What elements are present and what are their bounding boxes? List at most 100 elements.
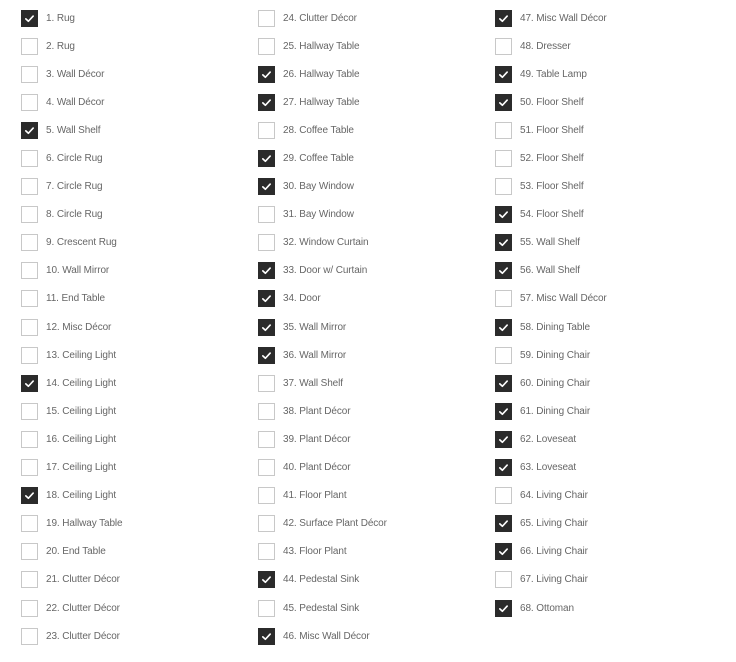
checklist-item[interactable]: 52. Floor Shelf xyxy=(495,144,607,172)
checklist-item[interactable]: 44. Pedestal Sink xyxy=(258,566,387,594)
checklist-item[interactable]: 9. Crescent Rug xyxy=(21,229,123,257)
checklist-item[interactable]: 45. Pedestal Sink xyxy=(258,594,387,622)
checklist-item[interactable]: 61. Dining Chair xyxy=(495,397,607,425)
checkbox-unchecked[interactable] xyxy=(258,9,275,27)
checkbox-unchecked[interactable] xyxy=(495,487,512,505)
checklist-item[interactable]: 68. Ottoman xyxy=(495,594,607,622)
checklist-item[interactable]: 66. Living Chair xyxy=(495,538,607,566)
checkbox-unchecked[interactable] xyxy=(21,206,38,224)
checklist-item[interactable]: 51. Floor Shelf xyxy=(495,116,607,144)
checkbox-checked[interactable] xyxy=(21,121,38,139)
checkbox-checked[interactable] xyxy=(258,93,275,111)
checklist-item[interactable]: 46. Misc Wall Décor xyxy=(258,622,387,650)
checkbox-unchecked[interactable] xyxy=(495,121,512,139)
checkbox-checked[interactable] xyxy=(258,290,275,308)
checkbox-checked[interactable] xyxy=(258,178,275,196)
checkbox-unchecked[interactable] xyxy=(21,37,38,55)
checkbox-unchecked[interactable] xyxy=(258,234,275,252)
checkbox-unchecked[interactable] xyxy=(21,627,38,645)
checkbox-unchecked[interactable] xyxy=(21,402,38,420)
checklist-item[interactable]: 65. Living Chair xyxy=(495,510,607,538)
checkbox-unchecked[interactable] xyxy=(495,346,512,364)
checkbox-checked[interactable] xyxy=(495,374,512,392)
checkbox-unchecked[interactable] xyxy=(258,206,275,224)
checklist-item[interactable]: 54. Floor Shelf xyxy=(495,201,607,229)
checkbox-checked[interactable] xyxy=(495,599,512,617)
checkbox-unchecked[interactable] xyxy=(258,121,275,139)
checklist-item[interactable]: 58. Dining Table xyxy=(495,313,607,341)
checkbox-checked[interactable] xyxy=(258,65,275,83)
checklist-item[interactable]: 20. End Table xyxy=(21,538,123,566)
checkbox-unchecked[interactable] xyxy=(258,459,275,477)
checklist-item[interactable]: 63. Loveseat xyxy=(495,454,607,482)
checklist-item[interactable]: 31. Bay Window xyxy=(258,201,387,229)
checkbox-checked[interactable] xyxy=(258,262,275,280)
checkbox-checked[interactable] xyxy=(258,150,275,168)
checklist-item[interactable]: 30. Bay Window xyxy=(258,173,387,201)
checkbox-unchecked[interactable] xyxy=(21,346,38,364)
checkbox-unchecked[interactable] xyxy=(258,515,275,533)
checkbox-unchecked[interactable] xyxy=(495,290,512,308)
checklist-item[interactable]: 32. Window Curtain xyxy=(258,229,387,257)
checkbox-unchecked[interactable] xyxy=(258,599,275,617)
checklist-item[interactable]: 41. Floor Plant xyxy=(258,482,387,510)
checklist-item[interactable]: 26. Hallway Table xyxy=(258,60,387,88)
checklist-item[interactable]: 1. Rug xyxy=(21,4,123,32)
checklist-item[interactable]: 5. Wall Shelf xyxy=(21,116,123,144)
checklist-item[interactable]: 11. End Table xyxy=(21,285,123,313)
checklist-item[interactable]: 67. Living Chair xyxy=(495,566,607,594)
checkbox-checked[interactable] xyxy=(495,459,512,477)
checklist-item[interactable]: 12. Misc Décor xyxy=(21,313,123,341)
checkbox-unchecked[interactable] xyxy=(258,487,275,505)
checkbox-unchecked[interactable] xyxy=(258,374,275,392)
checkbox-checked[interactable] xyxy=(495,206,512,224)
checklist-item[interactable]: 6. Circle Rug xyxy=(21,144,123,172)
checklist-item[interactable]: 2. Rug xyxy=(21,32,123,60)
checkbox-unchecked[interactable] xyxy=(21,65,38,83)
checkbox-checked[interactable] xyxy=(21,374,38,392)
checklist-item[interactable]: 43. Floor Plant xyxy=(258,538,387,566)
checkbox-unchecked[interactable] xyxy=(21,543,38,561)
checkbox-unchecked[interactable] xyxy=(495,37,512,55)
checklist-item[interactable]: 14. Ceiling Light xyxy=(21,369,123,397)
checklist-item[interactable]: 27. Hallway Table xyxy=(258,88,387,116)
checklist-item[interactable]: 4. Wall Décor xyxy=(21,88,123,116)
checkbox-checked[interactable] xyxy=(258,627,275,645)
checklist-item[interactable]: 48. Dresser xyxy=(495,32,607,60)
checkbox-checked[interactable] xyxy=(21,487,38,505)
checklist-item[interactable]: 25. Hallway Table xyxy=(258,32,387,60)
checkbox-checked[interactable] xyxy=(495,402,512,420)
checkbox-unchecked[interactable] xyxy=(495,178,512,196)
checklist-item[interactable]: 3. Wall Décor xyxy=(21,60,123,88)
checklist-item[interactable]: 64. Living Chair xyxy=(495,482,607,510)
checkbox-checked[interactable] xyxy=(495,9,512,27)
checkbox-checked[interactable] xyxy=(495,234,512,252)
checkbox-unchecked[interactable] xyxy=(21,290,38,308)
checklist-item[interactable]: 28. Coffee Table xyxy=(258,116,387,144)
checklist-item[interactable]: 59. Dining Chair xyxy=(495,341,607,369)
checkbox-unchecked[interactable] xyxy=(21,430,38,448)
checklist-item[interactable]: 23. Clutter Décor xyxy=(21,622,123,650)
checkbox-unchecked[interactable] xyxy=(21,459,38,477)
checkbox-checked[interactable] xyxy=(495,318,512,336)
checkbox-unchecked[interactable] xyxy=(21,515,38,533)
checkbox-unchecked[interactable] xyxy=(258,37,275,55)
checklist-item[interactable]: 19. Hallway Table xyxy=(21,510,123,538)
checkbox-checked[interactable] xyxy=(495,515,512,533)
checkbox-checked[interactable] xyxy=(495,262,512,280)
checkbox-unchecked[interactable] xyxy=(495,150,512,168)
checkbox-checked[interactable] xyxy=(495,430,512,448)
checklist-item[interactable]: 47. Misc Wall Décor xyxy=(495,4,607,32)
checkbox-unchecked[interactable] xyxy=(21,234,38,252)
checklist-item[interactable]: 40. Plant Décor xyxy=(258,454,387,482)
checklist-item[interactable]: 34. Door xyxy=(258,285,387,313)
checklist-item[interactable]: 55. Wall Shelf xyxy=(495,229,607,257)
checklist-item[interactable]: 33. Door w/ Curtain xyxy=(258,257,387,285)
checklist-item[interactable]: 29. Coffee Table xyxy=(258,144,387,172)
checkbox-checked[interactable] xyxy=(258,318,275,336)
checklist-item[interactable]: 17. Ceiling Light xyxy=(21,454,123,482)
checklist-item[interactable]: 56. Wall Shelf xyxy=(495,257,607,285)
checkbox-unchecked[interactable] xyxy=(495,571,512,589)
checklist-item[interactable]: 53. Floor Shelf xyxy=(495,173,607,201)
checkbox-unchecked[interactable] xyxy=(21,599,38,617)
